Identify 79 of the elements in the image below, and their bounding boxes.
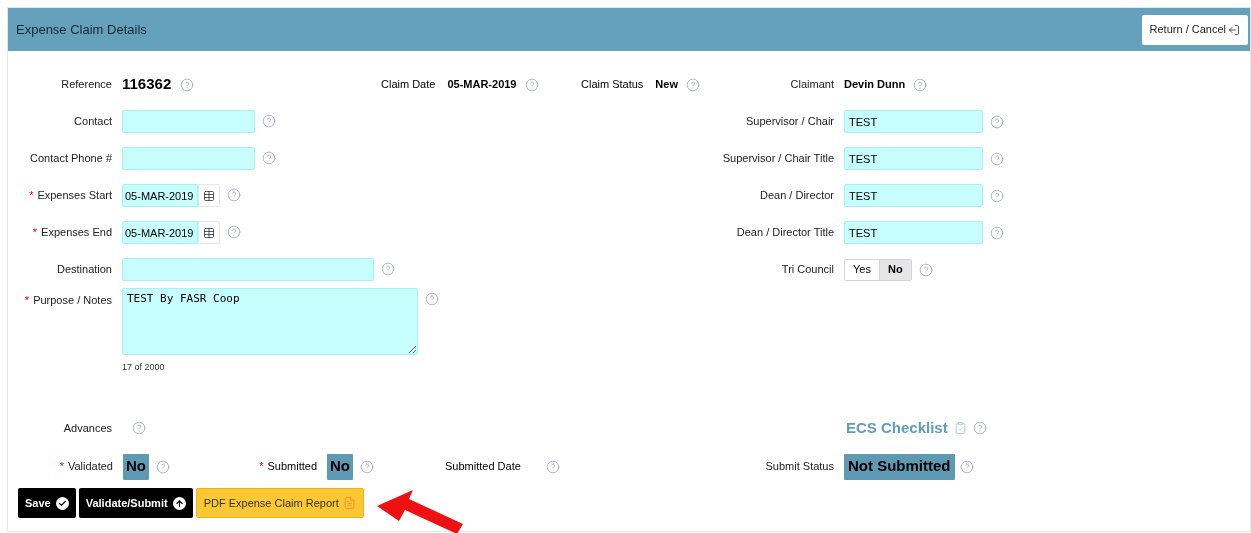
calendar-icon <box>203 189 215 202</box>
return-cancel-button[interactable]: Return / Cancel <box>1141 14 1248 45</box>
field-label: Supervisor / Chair Title <box>722 151 834 167</box>
status-badge: Not Submitted <box>844 453 955 480</box>
text-field[interactable]: TEST <box>844 110 983 133</box>
text-field[interactable]: TEST <box>844 184 983 207</box>
help-icon[interactable] <box>913 77 928 92</box>
claimant-name: Devin Dunn <box>844 77 906 93</box>
field-label: Dean / Director Title <box>736 225 834 241</box>
field-label: Tri Council <box>781 262 834 278</box>
pdf-report-button[interactable]: PDF Expense Claim Report <box>195 488 364 518</box>
field-label: Advances <box>63 420 112 436</box>
help-icon[interactable] <box>972 421 987 435</box>
notes-field[interactable]: TEST By FASR Coop <box>122 288 418 355</box>
help-icon[interactable] <box>227 188 241 202</box>
calendar-button[interactable] <box>198 221 220 244</box>
field-label: Expenses Start <box>37 188 112 204</box>
character-counter: 17 of 2000 <box>122 361 166 373</box>
date-field[interactable]: 05-MAR-2019 <box>122 184 198 207</box>
field-label: Purpose / Notes <box>33 293 112 308</box>
field-label: Reference <box>61 77 112 93</box>
help-icon[interactable] <box>686 77 700 92</box>
text-field[interactable] <box>122 147 255 170</box>
save-button[interactable]: Save <box>18 488 76 518</box>
required-mark: * <box>32 227 38 238</box>
field-label: Dean / Director <box>760 188 834 204</box>
text-field[interactable]: TEST <box>844 221 983 244</box>
pdf-file-icon <box>342 496 356 510</box>
help-icon[interactable] <box>360 459 374 474</box>
field-label: Destination <box>56 262 112 278</box>
help-icon[interactable] <box>132 421 146 435</box>
required-mark: * <box>59 461 64 472</box>
clipboard-check-icon <box>953 421 967 435</box>
help-icon[interactable] <box>990 114 1004 129</box>
field-label: Contact <box>74 114 112 130</box>
date-field[interactable]: 05-MAR-2019 <box>122 221 198 244</box>
claim-status: New <box>655 77 678 93</box>
arrow-up-icon <box>172 496 186 510</box>
help-icon[interactable] <box>990 151 1004 166</box>
check-icon <box>55 496 69 510</box>
calendar-button[interactable] <box>198 184 220 207</box>
field-label: Claim Status <box>581 77 644 93</box>
help-icon[interactable] <box>524 77 539 92</box>
text-field[interactable] <box>122 258 374 281</box>
field-label: Supervisor / Chair <box>745 114 834 130</box>
field-label: Claimant <box>790 77 834 93</box>
reference-number: 116362 <box>122 74 172 95</box>
claim-date: 05-MAR-2019 <box>447 77 517 93</box>
calendar-icon <box>203 226 215 239</box>
help-icon[interactable] <box>262 151 276 165</box>
help-icon[interactable] <box>180 77 195 92</box>
text-field[interactable] <box>122 110 255 133</box>
help-icon[interactable] <box>227 225 241 239</box>
field-label: Claim Date <box>381 77 436 93</box>
required-mark: * <box>29 190 34 201</box>
field-label: Expenses End <box>41 225 112 241</box>
help-icon[interactable] <box>918 262 933 277</box>
toggle-option[interactable]: No <box>878 259 911 280</box>
help-icon[interactable] <box>156 459 170 474</box>
help-icon[interactable] <box>990 225 1004 240</box>
help-icon[interactable] <box>381 262 395 276</box>
field-label: Submit Status <box>765 459 834 475</box>
field-label: Submitted Date <box>445 459 521 475</box>
field-label: Submitted <box>267 459 317 475</box>
submit-button[interactable]: Validate/Submit <box>78 488 193 518</box>
help-icon[interactable] <box>959 459 974 474</box>
status-badge: No <box>123 453 149 480</box>
help-icon[interactable] <box>990 188 1004 203</box>
status-badge: No <box>327 453 353 480</box>
text-field[interactable]: TEST <box>844 147 983 170</box>
required-mark: * <box>259 461 264 472</box>
page-title: Expense Claim Details <box>16 20 147 39</box>
field-label: Validated <box>67 459 113 475</box>
exit-icon <box>1228 23 1240 36</box>
help-icon[interactable] <box>425 292 439 306</box>
field-label: Contact Phone # <box>30 151 112 167</box>
help-icon[interactable] <box>545 459 560 474</box>
help-icon[interactable] <box>262 114 276 128</box>
required-mark: * <box>24 294 30 306</box>
